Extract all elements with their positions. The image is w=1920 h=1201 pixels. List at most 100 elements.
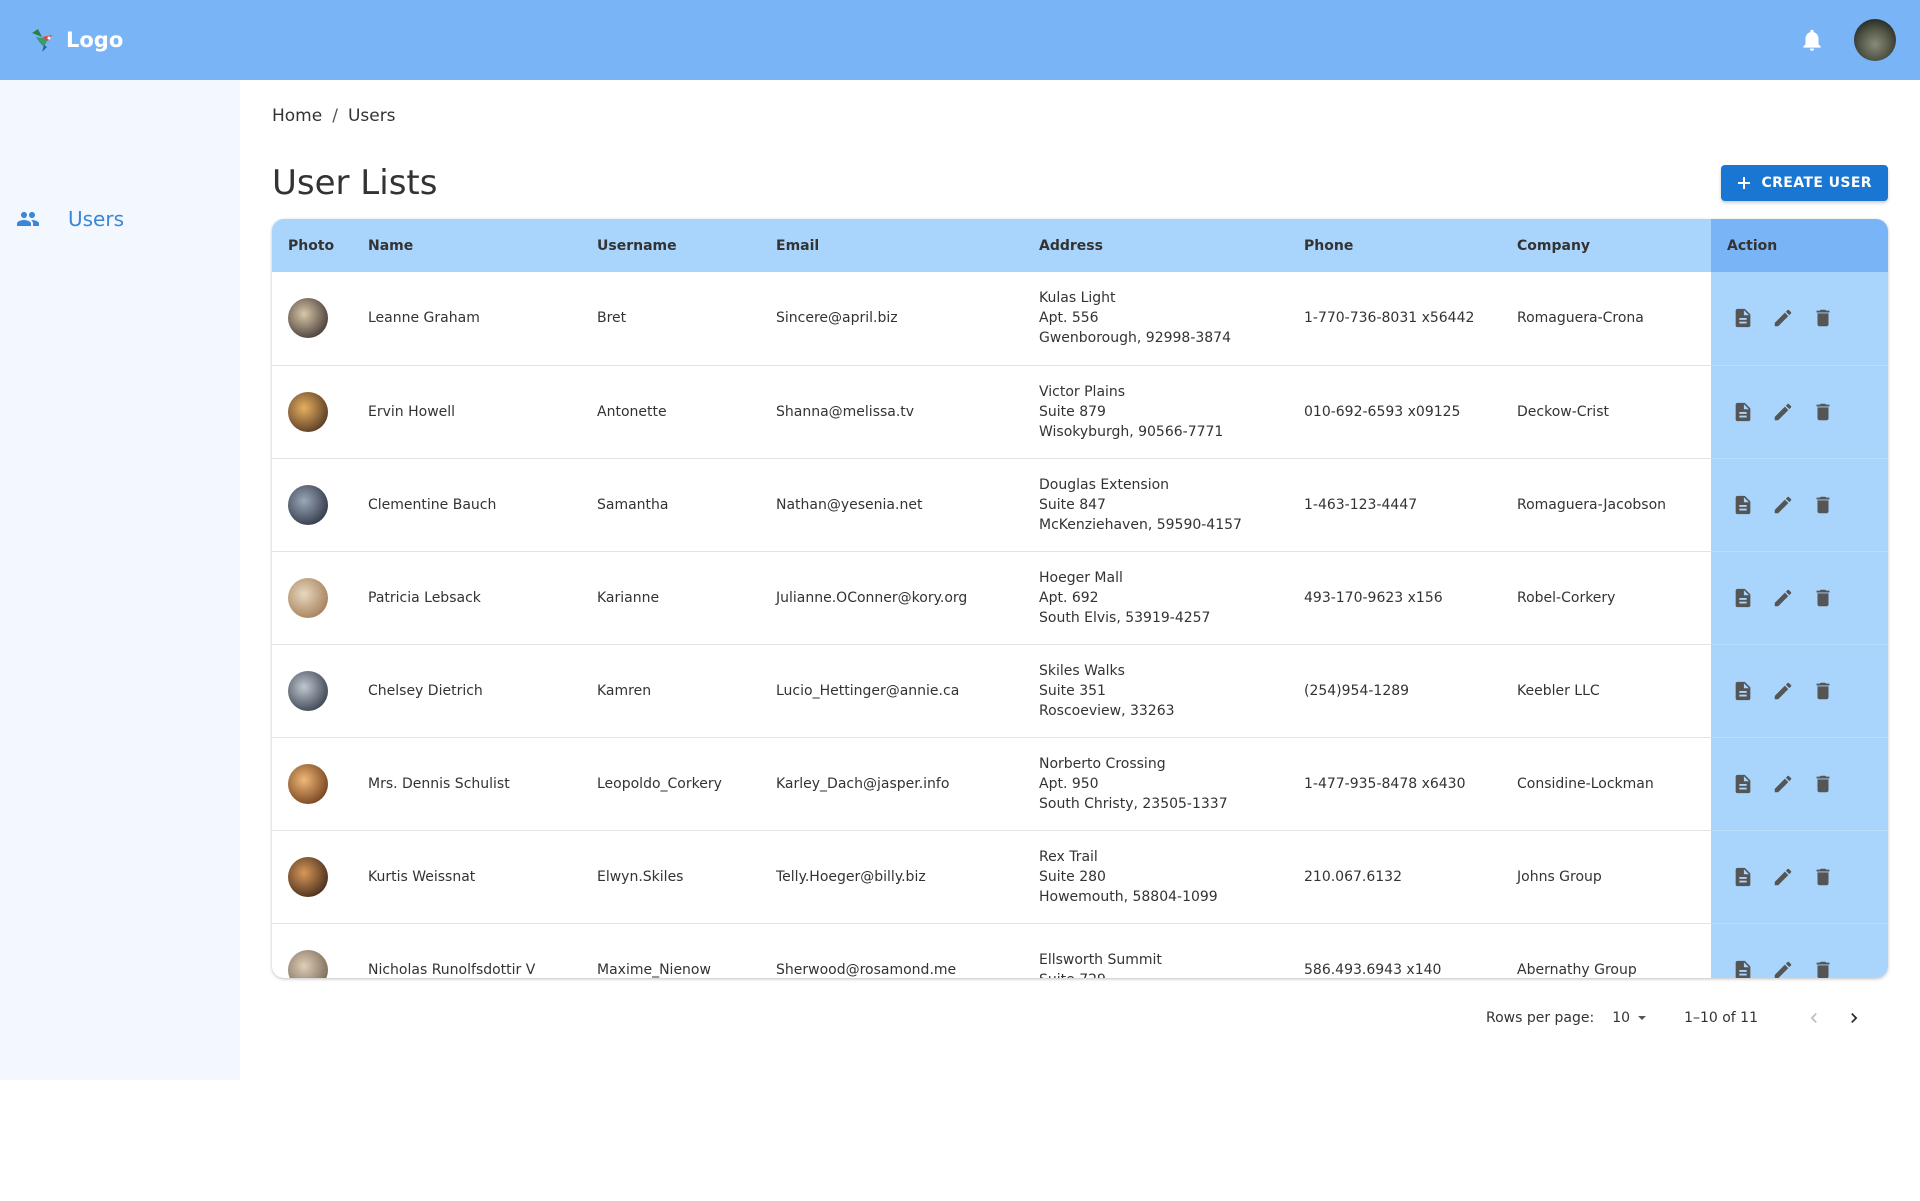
trash-icon [1816, 682, 1830, 699]
view-details-button[interactable] [1731, 306, 1755, 330]
caret-down-icon [1638, 1016, 1647, 1020]
delete-button[interactable] [1811, 772, 1835, 796]
user-photo [288, 484, 328, 525]
rows-per-page-value: 10 [1612, 1010, 1631, 1026]
address-street: Skiles Walks [1039, 662, 1125, 679]
column-header-action: Action [1711, 219, 1888, 272]
edit-button[interactable] [1771, 306, 1795, 330]
username-cell: Antonette [581, 365, 760, 459]
breadcrumb-home-link[interactable]: Home [272, 106, 322, 126]
user-photo [288, 577, 328, 618]
pencil-icon [1774, 775, 1792, 792]
edit-button[interactable] [1771, 958, 1795, 979]
pencil-icon [1774, 589, 1792, 606]
company-cell: Deckow-Crist [1501, 365, 1711, 459]
document-icon [1735, 681, 1751, 700]
trash-icon [1816, 961, 1830, 978]
document-icon [1735, 867, 1751, 886]
next-page-button[interactable] [1834, 998, 1874, 1038]
delete-button[interactable] [1811, 306, 1835, 330]
email-cell: Shanna@melissa.tv [760, 365, 1023, 459]
username-cell: Kamren [581, 644, 760, 738]
table-header-row: Photo Name Username Email Address Phone … [272, 219, 1888, 272]
address-suite: Suite 847 [1039, 496, 1106, 513]
notifications-bell-icon[interactable] [1794, 22, 1830, 58]
username-cell: Samantha [581, 458, 760, 552]
address-cell: Norberto Crossing Apt. 950 South Christy, … [1023, 737, 1288, 831]
pencil-icon [1774, 961, 1792, 978]
email-cell: Nathan@yesenia.net [760, 458, 1023, 552]
view-details-button[interactable] [1731, 400, 1755, 424]
logo[interactable]: Logo [28, 25, 123, 55]
column-header-address: Address [1023, 219, 1288, 272]
username-cell: Leopoldo_Corkery [581, 737, 760, 831]
email-cell: Telly.Hoeger@billy.biz [760, 830, 1023, 924]
delete-button[interactable] [1811, 679, 1835, 703]
address-suite: Suite 351 [1039, 682, 1106, 699]
breadcrumb-separator: / [332, 106, 338, 126]
photo-cell [272, 365, 352, 459]
edit-button[interactable] [1771, 772, 1795, 796]
action-cell [1711, 737, 1888, 831]
sidebar-item-label: Users [68, 207, 125, 231]
edit-button[interactable] [1771, 493, 1795, 517]
address-suite: Suite 879 [1039, 403, 1106, 420]
delete-button[interactable] [1811, 493, 1835, 517]
phone-cell: 1-463-123-4447 [1288, 458, 1501, 552]
table-row: Mrs. Dennis Schulist Leopoldo_Corkery Karl… [272, 737, 1888, 831]
page-title: User Lists [272, 163, 438, 203]
pencil-icon [1774, 403, 1792, 420]
action-cell [1711, 830, 1888, 924]
username-cell: Maxime_Nienow [581, 923, 760, 978]
action-cell [1711, 458, 1888, 552]
document-icon [1735, 402, 1751, 421]
rows-per-page-select[interactable]: 10 [1612, 1010, 1648, 1026]
company-cell: Keebler LLC [1501, 644, 1711, 738]
address-city: Gwenborough, 92998-3874 [1039, 330, 1232, 347]
edit-button[interactable] [1771, 679, 1795, 703]
address-cell: Rex Trail Suite 280 Howemouth, 58804-1099 [1023, 830, 1288, 924]
previous-page-button[interactable] [1794, 998, 1834, 1038]
name-cell: Mrs. Dennis Schulist [352, 737, 581, 831]
address-street: Hoeger Mall [1039, 569, 1123, 586]
delete-button[interactable] [1811, 400, 1835, 424]
address-city: Wisokyburgh, 90566-7771 [1039, 423, 1224, 440]
action-cell [1711, 644, 1888, 738]
action-cell [1711, 923, 1888, 978]
edit-button[interactable] [1771, 865, 1795, 889]
address-street: Norberto Crossing [1039, 755, 1166, 772]
view-details-button[interactable] [1731, 586, 1755, 610]
edit-button[interactable] [1771, 586, 1795, 610]
address-cell: Douglas Extension Suite 847 McKenziehaven,… [1023, 458, 1288, 552]
delete-button[interactable] [1811, 586, 1835, 610]
create-user-button[interactable]: CREATE USER [1721, 165, 1888, 201]
sidebar-item-users[interactable]: Users [0, 188, 240, 250]
user-avatar[interactable] [1854, 19, 1896, 61]
view-details-button[interactable] [1731, 493, 1755, 517]
delete-button[interactable] [1811, 865, 1835, 889]
delete-button[interactable] [1811, 958, 1835, 979]
action-cell [1711, 365, 1888, 459]
view-details-button[interactable] [1731, 865, 1755, 889]
name-cell: Patricia Lebsack [352, 551, 581, 645]
address-city: South Elvis, 53919-4257 [1039, 609, 1211, 626]
company-cell: Romaguera-Jacobson [1501, 458, 1711, 552]
address-suite: Suite 729 [1039, 970, 1288, 979]
user-photo [288, 856, 328, 897]
address-cell: Kulas Light Apt. 556 Gwenborough, 92998-38… [1023, 272, 1288, 366]
table-row: Nicholas Runolfsdottir V Maxime_Nienow She… [272, 923, 1888, 978]
view-details-button[interactable] [1731, 958, 1755, 978]
pagination-range: 1–10 of 11 [1684, 1010, 1758, 1026]
view-details-button[interactable] [1731, 772, 1755, 796]
photo-cell [272, 923, 352, 978]
main-content: Home / Users User Lists CREATE USER Phot… [272, 80, 1888, 1038]
edit-button[interactable] [1771, 400, 1795, 424]
hummingbird-logo-icon [32, 29, 52, 52]
address-cell: Hoeger Mall Apt. 692 South Elvis, 53919-42… [1023, 551, 1288, 645]
logo-text: Logo [66, 28, 124, 52]
user-photo [288, 391, 328, 432]
address-cell: Victor Plains Suite 879 Wisokyburgh, 90566… [1023, 365, 1288, 459]
phone-cell: 1-770-736-8031 x56442 [1288, 272, 1501, 366]
view-details-button[interactable] [1731, 679, 1755, 703]
address-street: Kulas Light [1039, 290, 1116, 307]
